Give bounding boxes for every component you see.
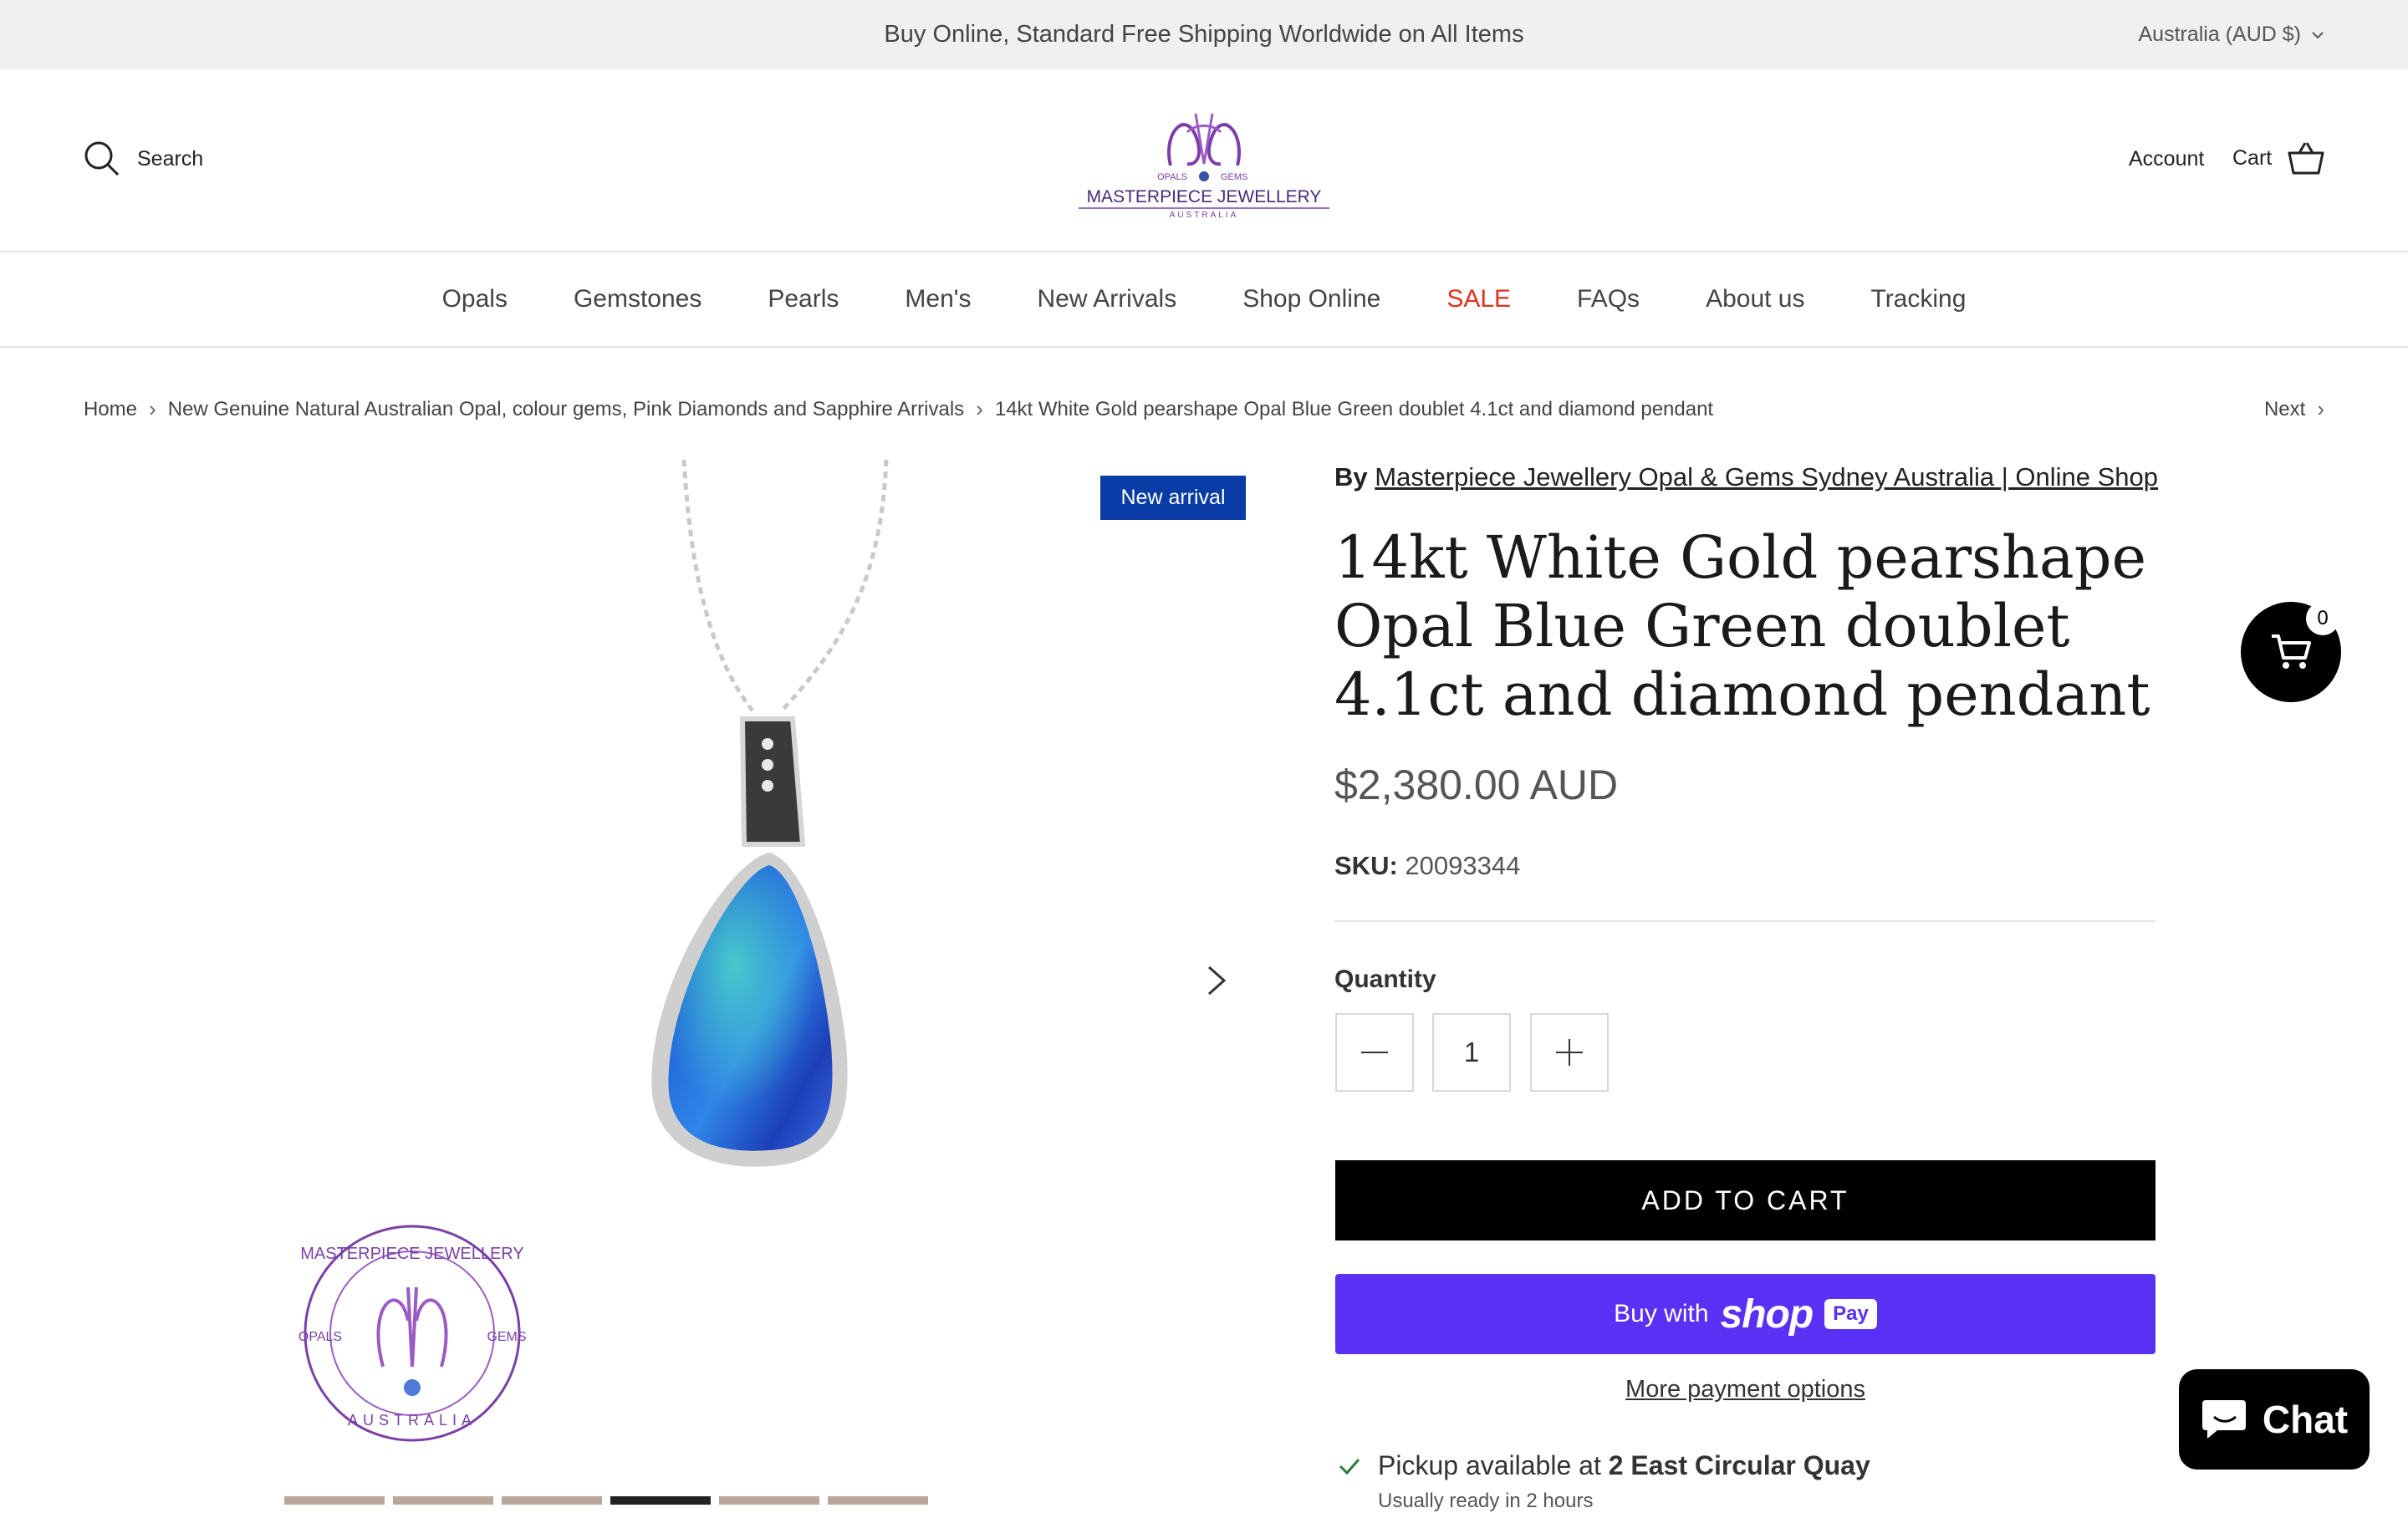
announcement-bar: Buy Online, Standard Free Shipping World…	[0, 0, 2408, 69]
pickup-prefix: Pickup available at	[1378, 1450, 1601, 1480]
thumbnail[interactable]	[284, 1496, 385, 1505]
new-arrival-badge: New arrival	[1100, 476, 1246, 520]
add-to-cart-button[interactable]: ADD TO CART	[1335, 1160, 2155, 1240]
nav-item-shop-online[interactable]: Shop Online	[1242, 285, 1380, 313]
plus-icon	[1556, 1039, 1583, 1066]
more-payment-options-link[interactable]: More payment options	[1335, 1376, 2155, 1403]
chat-label: Chat	[2262, 1398, 2349, 1441]
thumbnail[interactable]	[828, 1496, 928, 1505]
shoppay-pay: Pay	[1824, 1299, 1877, 1329]
logo-graphic: OPALS GEMS MASTERPIECE JEWELLERY AUSTRAL…	[1079, 113, 1329, 220]
chevron-right-icon	[1208, 965, 1227, 996]
cart-link[interactable]: Cart	[2232, 140, 2325, 176]
chat-bubble-icon	[2201, 1400, 2246, 1439]
pickup-availability: Pickup available at 2 East Circular Quay	[1338, 1450, 1870, 1481]
chevron-right-icon: ›	[149, 396, 156, 421]
pickup-location: 2 East Circular Quay	[1608, 1450, 1870, 1480]
shopping-cart-icon	[2272, 634, 2311, 669]
announcement-text: Buy Online, Standard Free Shipping World…	[884, 21, 1524, 48]
gallery-next-arrow[interactable]	[1204, 961, 1229, 1006]
chevron-right-icon: ›	[2317, 396, 2324, 421]
logo-sub: AUSTRALIA	[1170, 211, 1239, 220]
check-icon	[1339, 1458, 1360, 1475]
nav-item-about-us[interactable]: About us	[1706, 285, 1804, 313]
thumbnail[interactable]	[610, 1496, 711, 1505]
nav-item-tracking[interactable]: Tracking	[1870, 285, 1966, 313]
shop-pay-button[interactable]: Buy with shop Pay	[1335, 1274, 2155, 1354]
nav-item-gemstones[interactable]: Gemstones	[574, 285, 701, 313]
quantity-input[interactable]: 1	[1432, 1013, 1511, 1092]
nav-item-sale[interactable]: SALE	[1446, 285, 1511, 313]
thumbnail[interactable]	[502, 1496, 602, 1505]
search-button[interactable]: Search	[84, 140, 203, 177]
thumbnail[interactable]	[719, 1496, 819, 1505]
vendor-prefix: By	[1334, 462, 1368, 492]
thumbnail[interactable]	[393, 1496, 493, 1505]
shoppay-shop: shop	[1720, 1291, 1814, 1337]
chat-button[interactable]: Chat	[2179, 1369, 2370, 1470]
nav-item-faqs[interactable]: FAQs	[1577, 285, 1640, 313]
product-sku: SKU: 20093344	[1334, 851, 1520, 881]
product-vendor: By Masterpiece Jewellery Opal & Gems Syd…	[1334, 462, 2158, 492]
product-price: $2,380.00 AUD	[1334, 762, 1619, 808]
breadcrumb-current: 14kt White Gold pearshape Opal Blue Gree…	[994, 397, 1714, 420]
chevron-down-icon	[2312, 31, 2324, 38]
logo-name: MASTERPIECE JEWELLERY	[1087, 187, 1322, 206]
next-label: Next	[2263, 397, 2306, 420]
nav-item-opals[interactable]: Opals	[442, 285, 508, 313]
account-link[interactable]: Account	[2129, 147, 2204, 171]
main-nav: Opals Gemstones Pearls Men's New Arrival…	[0, 252, 2408, 346]
nav-item-mens[interactable]: Men's	[905, 285, 971, 313]
stamp-top: MASTERPIECE JEWELLERY	[300, 1245, 523, 1263]
cart-count-badge: 0	[2306, 602, 2339, 635]
breadcrumb-collection[interactable]: New Genuine Natural Australian Opal, col…	[168, 398, 964, 421]
stamp-bottom: AUSTRALIA	[348, 1412, 477, 1429]
search-icon	[84, 141, 120, 176]
logo-opals: OPALS	[1157, 172, 1187, 182]
next-product-link[interactable]: Next ›	[2264, 396, 2324, 422]
currency-selector[interactable]: Australia (AUD $)	[2139, 0, 2325, 69]
quantity-decrease-button[interactable]	[1335, 1013, 1414, 1092]
vendor-link[interactable]: Masterpiece Jewellery Opal & Gems Sydney…	[1375, 462, 2158, 492]
cart-label: Cart	[2232, 145, 2273, 170]
basket-icon	[2288, 142, 2324, 175]
currency-label: Australia (AUD $)	[2138, 23, 2302, 46]
sku-label: SKU:	[1334, 851, 1398, 880]
stamp-right: GEMS	[487, 1330, 526, 1344]
shoppay-buy-with: Buy with	[1614, 1300, 1709, 1327]
search-label: Search	[137, 146, 204, 171]
stamp-left: OPALS	[298, 1330, 342, 1344]
minus-icon	[1361, 1052, 1388, 1053]
site-logo[interactable]: OPALS GEMS MASTERPIECE JEWELLERY AUSTRAL…	[1070, 99, 1338, 224]
nav-divider	[0, 346, 2408, 348]
thumbnail-strip	[284, 1496, 1012, 1505]
nav-item-pearls[interactable]: Pearls	[768, 285, 839, 313]
chevron-right-icon: ›	[976, 396, 983, 421]
quantity-label: Quantity	[1334, 965, 1436, 993]
brand-stamp: MASTERPIECE JEWELLERY OPALS GEMS AUSTRAL…	[298, 1225, 527, 1442]
sku-value: 20093344	[1405, 851, 1521, 880]
quantity-increase-button[interactable]	[1530, 1013, 1609, 1092]
breadcrumb-home[interactable]: Home	[84, 398, 137, 421]
section-divider	[1334, 920, 2155, 922]
product-title: 14kt White Gold pearshape Opal Blue Gree…	[1334, 523, 2150, 729]
pickup-ready-time: Usually ready in 2 hours	[1378, 1490, 1594, 1512]
breadcrumb: Home › New Genuine Natural Australian Op…	[84, 396, 1713, 422]
pickup-text: Pickup available at 2 East Circular Quay	[1378, 1450, 1870, 1481]
nav-item-new-arrivals[interactable]: New Arrivals	[1038, 285, 1177, 313]
logo-gems: GEMS	[1221, 172, 1247, 182]
